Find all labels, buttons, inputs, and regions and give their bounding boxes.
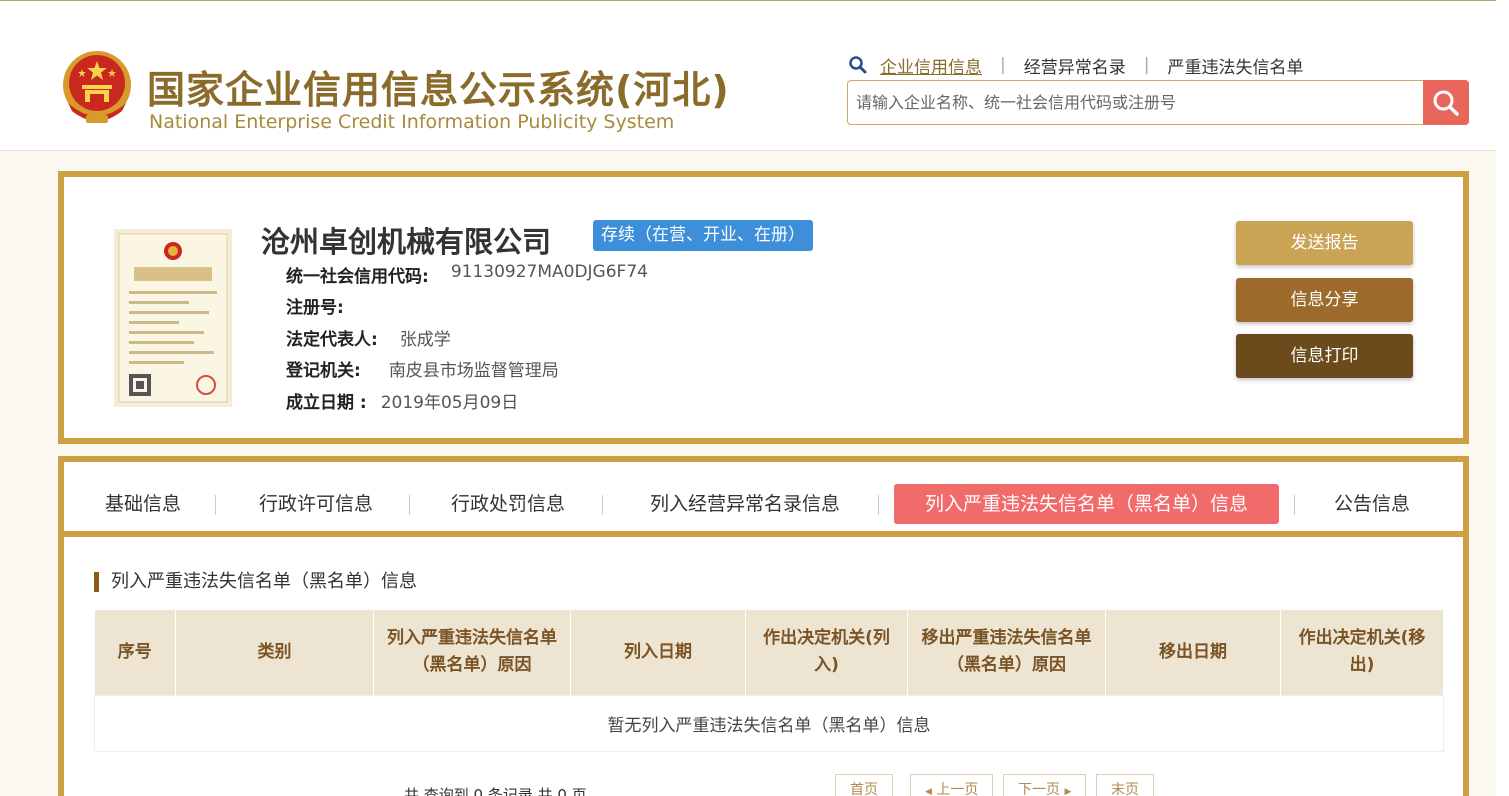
last-page-button[interactable]: 末页 bbox=[1096, 774, 1154, 796]
tab-separator bbox=[215, 495, 216, 515]
nav-link-abnormal-list[interactable]: 经营异常名录 bbox=[1024, 53, 1126, 78]
search-icon bbox=[849, 56, 867, 74]
prev-page-label: 上一页 bbox=[936, 782, 979, 796]
magnifier-icon bbox=[1433, 90, 1459, 116]
tab-separator bbox=[878, 495, 879, 515]
tab-separator bbox=[409, 495, 410, 515]
tab-admin-penalty[interactable]: 行政处罚信息 bbox=[446, 484, 570, 524]
info-value: 91130927MA0DJG6F74 bbox=[450, 262, 648, 282]
info-row-credit-code: 统一社会信用代码: 91130927MA0DJG6F74 bbox=[286, 262, 648, 287]
company-name: 沧州卓创机械有限公司 bbox=[261, 225, 552, 259]
chevron-right-icon: ▶ bbox=[1064, 787, 1072, 796]
info-label: 统一社会信用代码: bbox=[286, 267, 429, 287]
share-info-button[interactable]: 信息分享 bbox=[1236, 278, 1413, 322]
table-row: 暂无列入严重违法失信名单（黑名单）信息 bbox=[94, 694, 1444, 752]
pager-info: 共 查询到 0 条记录 共 0 页 bbox=[404, 786, 587, 796]
business-license-image bbox=[114, 229, 232, 407]
tab-separator bbox=[602, 495, 603, 515]
info-label: 成立日期 : bbox=[286, 393, 367, 413]
info-row-legal-rep: 法定代表人: 张成学 bbox=[286, 325, 451, 350]
tab-blacklist[interactable]: 列入严重违法失信名单（黑名单）信息 bbox=[894, 484, 1279, 524]
scrollbar[interactable] bbox=[1496, 0, 1509, 796]
info-value: 2019年05月09日 bbox=[380, 393, 519, 413]
chevron-left-icon: ◀ bbox=[925, 787, 932, 796]
info-value: 南皮县市场监督管理局 bbox=[388, 361, 559, 381]
nav-link-credit-info[interactable]: 企业信用信息 bbox=[880, 53, 982, 78]
column-header: 移出日期 bbox=[1105, 610, 1281, 695]
info-row-reg-no: 注册号: bbox=[286, 293, 344, 318]
info-label: 法定代表人: bbox=[286, 330, 378, 350]
nav-link-blacklist[interactable]: 严重违法失信名单 bbox=[1167, 53, 1303, 78]
site-subtitle: National Enterprise Credit Information P… bbox=[149, 111, 675, 133]
first-page-button[interactable]: 首页 bbox=[835, 774, 893, 796]
blacklist-table: 序号 类别 列入严重违法失信名单（黑名单）原因 列入日期 作出决定机关(列入) … bbox=[94, 610, 1444, 752]
tab-abnormal-list[interactable]: 列入经营异常名录信息 bbox=[640, 484, 850, 524]
search-box bbox=[847, 80, 1469, 125]
tab-admin-license[interactable]: 行政许可信息 bbox=[254, 484, 378, 524]
nav-separator: | bbox=[1000, 55, 1006, 75]
detail-panel: 基础信息 行政许可信息 行政处罚信息 列入经营异常名录信息 列入严重违法失信名单… bbox=[58, 456, 1469, 796]
company-card: 沧州卓创机械有限公司 存续（在营、开业、在册） 统一社会信用代码: 911309… bbox=[58, 171, 1469, 444]
tab-separator bbox=[1294, 495, 1295, 515]
column-header: 作出决定机关(移出) bbox=[1280, 610, 1444, 695]
tab-bar: 基础信息 行政许可信息 行政处罚信息 列入经营异常名录信息 列入严重违法失信名单… bbox=[64, 462, 1463, 537]
column-header: 作出决定机关(列入) bbox=[745, 610, 908, 695]
print-info-button[interactable]: 信息打印 bbox=[1236, 334, 1413, 378]
tab-basic-info[interactable]: 基础信息 bbox=[100, 484, 186, 524]
site-title: 国家企业信用信息公示系统(河北) bbox=[147, 68, 730, 112]
search-button[interactable] bbox=[1423, 80, 1469, 125]
nav-separator: | bbox=[1143, 55, 1150, 75]
info-label: 登记机关: bbox=[286, 361, 361, 381]
column-header: 序号 bbox=[94, 610, 176, 695]
info-row-authority: 登记机关: 南皮县市场监督管理局 bbox=[286, 356, 559, 381]
info-row-founded: 成立日期 : 2019年05月09日 bbox=[286, 388, 518, 413]
column-header: 列入严重违法失信名单（黑名单）原因 bbox=[373, 610, 571, 695]
table-header-row: 序号 类别 列入严重违法失信名单（黑名单）原因 列入日期 作出决定机关(列入) … bbox=[94, 610, 1444, 695]
info-label: 注册号: bbox=[286, 298, 344, 318]
top-nav: 企业信用信息 | 经营异常名录 | 严重违法失信名单 bbox=[848, 53, 1303, 78]
column-header: 列入日期 bbox=[570, 610, 746, 695]
next-page-label: 下一页 bbox=[1018, 782, 1060, 796]
national-emblem-icon bbox=[63, 51, 131, 123]
tab-announcements[interactable]: 公告信息 bbox=[1330, 484, 1414, 524]
column-header: 类别 bbox=[175, 610, 374, 695]
site-header: 国家企业信用信息公示系统(河北) National Enterprise Cre… bbox=[0, 1, 1509, 151]
status-badge: 存续（在营、开业、在册） bbox=[593, 220, 813, 251]
send-report-button[interactable]: 发送报告 bbox=[1236, 221, 1413, 265]
column-header: 移出严重违法失信名单（黑名单）原因 bbox=[907, 610, 1106, 695]
prev-page-button[interactable]: ◀ 上一页 bbox=[910, 774, 994, 796]
section-title: 列入严重违法失信名单（黑名单）信息 bbox=[94, 572, 417, 592]
info-value: 张成学 bbox=[399, 330, 451, 350]
search-input[interactable] bbox=[848, 81, 1424, 124]
next-page-button[interactable]: 下一页 ▶ bbox=[1003, 774, 1087, 796]
empty-message: 暂无列入严重违法失信名单（黑名单）信息 bbox=[94, 694, 1444, 752]
